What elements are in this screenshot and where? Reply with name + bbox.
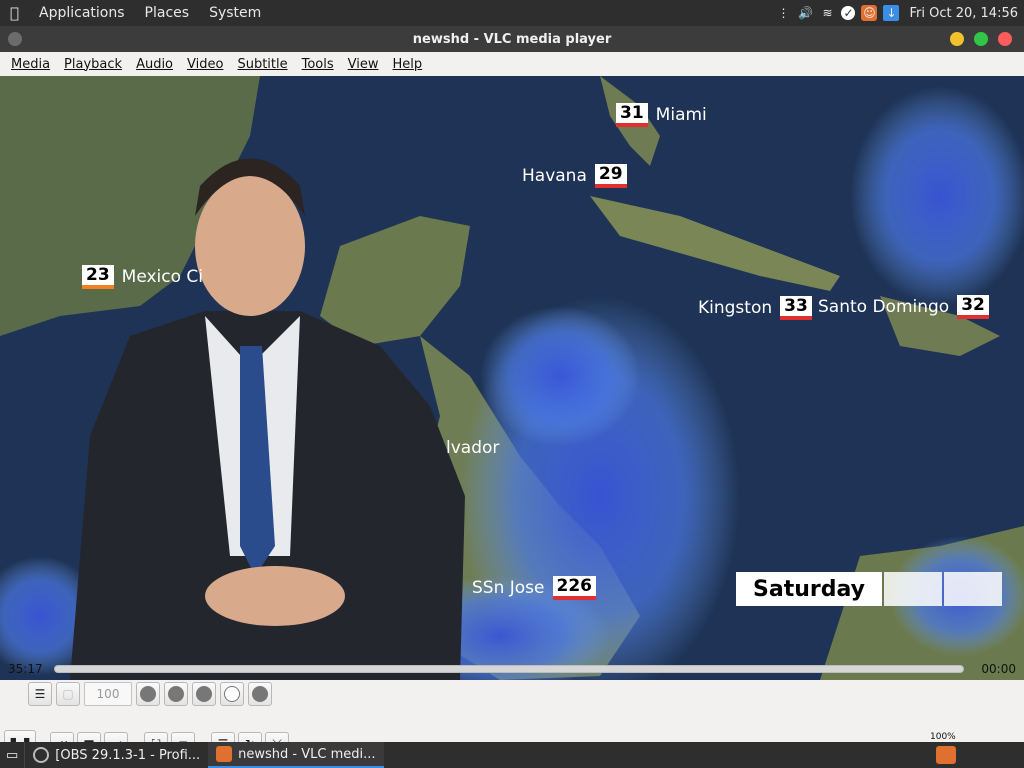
maximize-button[interactable] [974, 32, 988, 46]
menu-media[interactable]: Media [4, 57, 57, 72]
network-icon[interactable]: ≋ [819, 5, 835, 21]
city-label-salvador: lvador [446, 438, 499, 458]
menu-audio[interactable]: Audio [129, 57, 180, 72]
temp-badge: 23 [82, 265, 114, 289]
city-label-santo-domingo: Santo Domingo 32 [818, 295, 989, 319]
system-menus:  Applications Places System [10, 4, 261, 22]
obs-icon [33, 747, 50, 763]
frame-step-button[interactable] [220, 682, 244, 706]
record-icon [140, 686, 156, 702]
time-elapsed: 35:17 [8, 662, 43, 676]
city-name: Santo Domingo [818, 297, 950, 317]
tray-vlc-icon[interactable] [936, 746, 956, 764]
day-banner-label: Saturday [736, 572, 882, 606]
video-area[interactable]: 31 Miami Havana 29 23 Mexico Ci Kingston… [0, 76, 1024, 680]
record-button[interactable] [136, 682, 160, 706]
window-title: newshd - VLC media player [412, 31, 612, 47]
taskbar-item-obs[interactable]: [OBS 29.1.3-1 - Profi... [24, 742, 208, 768]
menu-video[interactable]: Video [180, 57, 230, 72]
places-menu[interactable]: Places [145, 5, 190, 21]
effects-button[interactable] [248, 682, 272, 706]
taskbar-item-label: [OBS 29.1.3-1 - Profi... [55, 747, 201, 763]
close-button[interactable] [998, 32, 1012, 46]
download-icon[interactable]: ↓ [883, 5, 900, 21]
taskbar-item-vlc[interactable]: newshd - VLC medi... [208, 742, 384, 768]
system-menu[interactable]: System [209, 5, 261, 21]
loop-ab-button[interactable] [192, 682, 216, 706]
seek-row: 35:17 00:00 [0, 660, 1024, 680]
city-label-miami: 31 Miami [616, 103, 707, 127]
top-panel:  Applications Places System ⋮ 🔊 ≋ ✓ ☺ ↓… [0, 0, 1024, 26]
city-name: lvador [446, 438, 500, 458]
menu-playback[interactable]: Playback [57, 57, 129, 72]
effects-icon [252, 686, 268, 702]
title-bar[interactable]: newshd - VLC media player [0, 26, 1024, 52]
volume-icon[interactable]: 🔊 [797, 5, 813, 21]
advanced-controls: ☰ ▢ 100 [28, 682, 272, 706]
city-name: Mexico Ci [121, 267, 204, 287]
city-name: Kingston [698, 298, 773, 318]
temp-badge: 226 [552, 576, 596, 600]
tray-separator-icon: ⋮ [777, 6, 790, 20]
city-label-san-jose: SSn Jose 226 [472, 576, 596, 600]
playlist-list-icon[interactable]: ☰ [28, 682, 52, 706]
day-banner-slot [944, 572, 1002, 606]
seek-bar[interactable] [54, 665, 964, 673]
vlc-window: newshd - VLC media player Media Playback… [0, 26, 1024, 761]
check-icon[interactable]: ✓ [841, 6, 856, 20]
taskbar: ▭ [OBS 29.1.3-1 - Profi... newshd - VLC … [0, 742, 1024, 768]
system-tray: ⋮ 🔊 ≋ ✓ ☺ ↓ Fri Oct 20, 14:56 [775, 0, 1024, 26]
day-banner-slot [884, 572, 942, 606]
vlc-icon [216, 746, 233, 762]
loop-ab-icon [196, 686, 212, 702]
window-menu-button[interactable] [8, 32, 22, 46]
city-label-kingston: Kingston 33 [698, 296, 812, 320]
frame-icon[interactable]: ▢ [56, 682, 80, 706]
clock[interactable]: Fri Oct 20, 14:56 [909, 6, 1018, 21]
day-banner: Saturday [736, 572, 1002, 606]
temp-badge: 33 [780, 296, 812, 320]
city-label-havana: Havana 29 [522, 164, 627, 188]
taskbar-item-label: newshd - VLC medi... [238, 746, 376, 762]
temp-badge: 31 [616, 103, 648, 127]
speed-box[interactable]: 100 [84, 682, 132, 706]
frame-step-icon [224, 686, 240, 702]
volume-percent: 100% [930, 732, 956, 742]
snapshot-icon [168, 686, 184, 702]
show-desktop-button[interactable]: ▭ [0, 742, 24, 768]
applications-menu[interactable]: Applications [39, 5, 125, 21]
menu-view[interactable]: View [341, 57, 386, 72]
minimize-button[interactable] [950, 32, 964, 46]
temp-badge: 32 [957, 295, 989, 319]
ubuntu-update-icon[interactable]: ☺ [861, 5, 878, 21]
city-label-mexico: 23 Mexico Ci [82, 265, 203, 289]
menu-bar: Media Playback Audio Video Subtitle Tool… [0, 52, 1024, 76]
temp-badge: 29 [594, 164, 627, 188]
time-remaining: 00:00 [981, 662, 1016, 676]
city-name: Havana [522, 166, 587, 186]
snapshot-button[interactable] [164, 682, 188, 706]
menu-help[interactable]: Help [386, 57, 430, 72]
city-name: SSn Jose [472, 578, 545, 598]
menu-subtitle[interactable]: Subtitle [230, 57, 294, 72]
city-name: Miami [655, 105, 707, 125]
menu-tools[interactable]: Tools [295, 57, 341, 72]
apple-logo-icon[interactable]:  [10, 4, 19, 22]
